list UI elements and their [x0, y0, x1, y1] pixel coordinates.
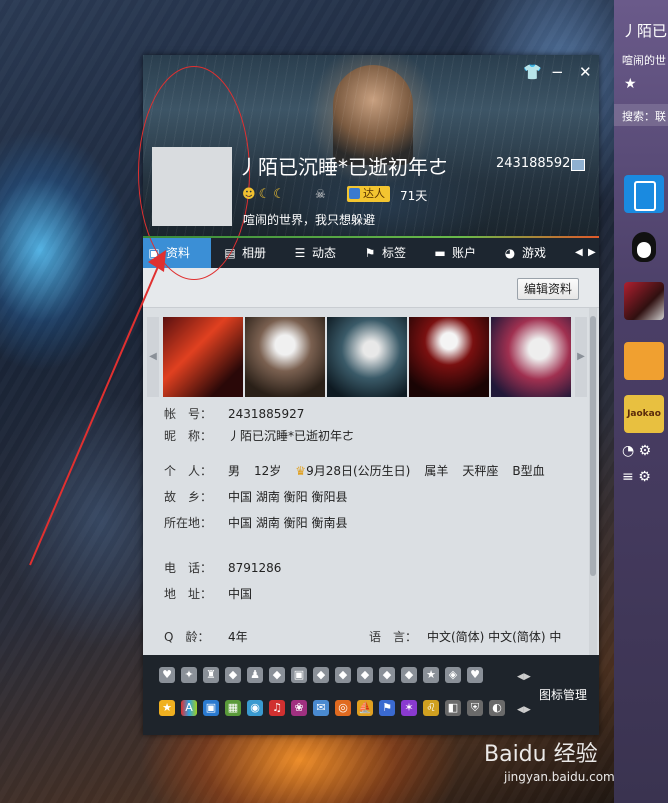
- card-icon[interactable]: [571, 159, 585, 171]
- qq-level-icons[interactable]: ☻ ☾ ☾: [242, 187, 288, 202]
- watermark-brand: Baidu 经验: [484, 742, 598, 767]
- sun-level-icon: ☻: [242, 187, 256, 202]
- profile-nickname: 丿陌已沉睡*已逝初年ㄜ: [238, 155, 448, 179]
- moon-level-icon: ☾: [273, 187, 285, 202]
- baidu-watermark: Baidu 经验 jingyan.baidu.com: [484, 736, 615, 784]
- avatar[interactable]: [152, 147, 232, 226]
- minimize-button[interactable]: −: [551, 63, 564, 81]
- watermark-url: jingyan.baidu.com: [504, 770, 615, 784]
- close-button[interactable]: ✕: [579, 63, 592, 81]
- skin-icon[interactable]: 👕: [523, 63, 542, 81]
- personal-signature[interactable]: 喧闹的世界，我只想躲避: [243, 211, 375, 228]
- qq-number: 243188592: [496, 156, 571, 171]
- header-divider: [143, 236, 599, 238]
- daren-days: 71天: [400, 189, 428, 203]
- annotation-arrow: [29, 250, 166, 566]
- daren-badge[interactable]: 达人: [347, 186, 390, 202]
- annotation-arrow-line: [29, 261, 161, 566]
- moon-level-icon: ☾: [258, 187, 271, 202]
- mask-icon[interactable]: ☠: [315, 187, 326, 201]
